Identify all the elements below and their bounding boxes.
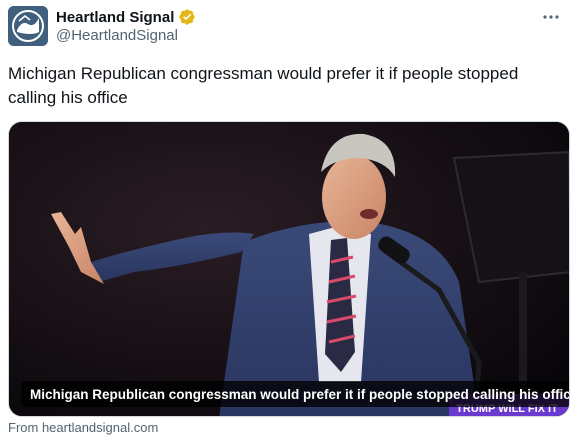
- tweet: Heartland Signal @HeartlandSignal Michig…: [0, 0, 574, 442]
- author-handle[interactable]: @HeartlandSignal: [56, 27, 178, 44]
- card-source-link[interactable]: From heartlandsignal.com: [8, 420, 158, 435]
- congressman-photo: TRUMP WILL FIX IT: [9, 122, 569, 416]
- author-display-name[interactable]: Heartland Signal: [56, 9, 174, 26]
- media-caption: Michigan Republican congressman would pr…: [30, 386, 570, 402]
- more-dots-icon: [543, 15, 559, 19]
- author-name-row: Heartland Signal: [56, 6, 196, 28]
- more-options-button[interactable]: [538, 6, 564, 28]
- heartland-signal-logo-icon: [8, 6, 48, 46]
- link-card-media[interactable]: TRUMP WILL FIX IT Michigan Republican co…: [8, 121, 570, 417]
- avatar[interactable]: [8, 6, 48, 46]
- tweet-text: Michigan Republican congressman would pr…: [8, 64, 519, 107]
- verified-badge-icon[interactable]: [178, 8, 196, 26]
- media-caption-bar: Michigan Republican congressman would pr…: [21, 381, 570, 407]
